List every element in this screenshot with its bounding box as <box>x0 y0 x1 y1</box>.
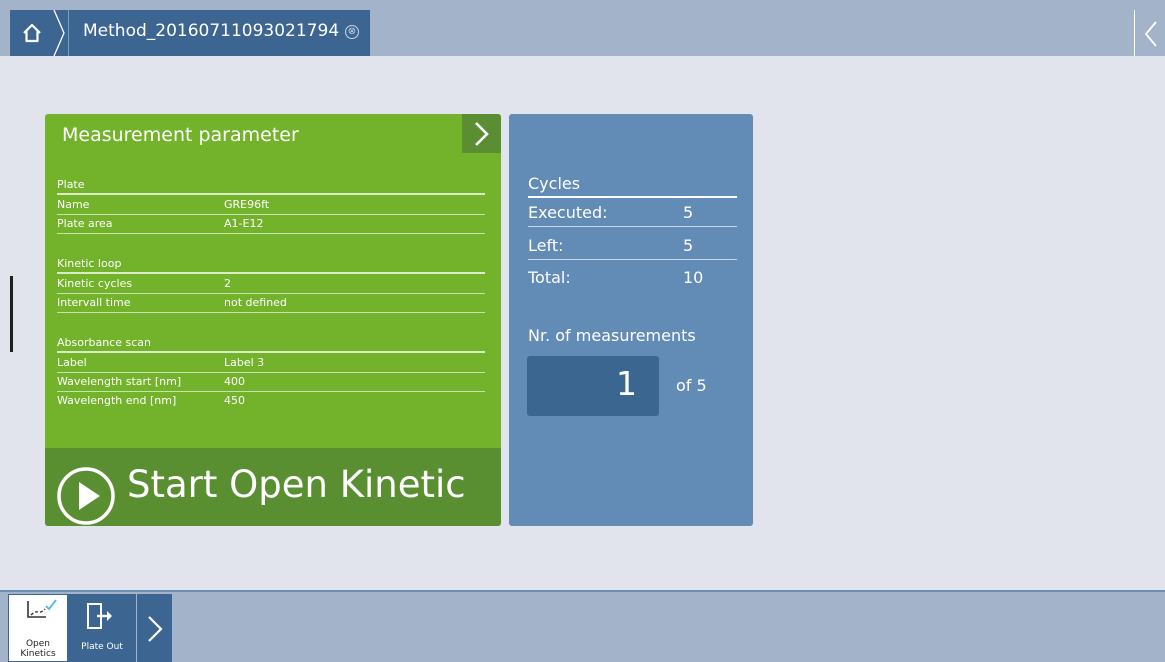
parameter-details-button[interactable] <box>462 114 501 153</box>
open-kinetics-label: Open Kinetics <box>20 639 56 659</box>
param-value: 2 <box>224 277 231 290</box>
breadcrumb-separator-icon <box>53 10 65 56</box>
start-open-kinetic-button[interactable]: Start Open Kinetic <box>45 448 501 526</box>
open-kinetics-button[interactable]: Open Kinetics <box>8 594 68 662</box>
measurements-count-field[interactable]: 1 <box>527 356 659 416</box>
param-row-wavelength-end: Wavelength end [nm] 450 <box>57 392 485 411</box>
cycles-value: 5 <box>683 236 694 255</box>
measurements-total: of 5 <box>676 376 707 395</box>
kinetics-chart-icon <box>27 599 57 618</box>
plate-out-icon <box>87 603 112 629</box>
param-row-name: Name GRE96ft <box>57 196 485 215</box>
home-icon <box>23 23 41 43</box>
param-label: Label <box>57 356 87 369</box>
param-row-intervall-time: Intervall time not defined <box>57 294 485 313</box>
home-button[interactable] <box>10 10 68 56</box>
param-label: Wavelength end [nm] <box>57 394 177 407</box>
start-button-label: Start Open Kinetic <box>127 463 466 506</box>
plate-out-label: Plate Out <box>81 642 123 652</box>
cycles-label: Left: <box>528 236 564 255</box>
bottom-toolbar: Open Kinetics Plate Out <box>0 590 1165 662</box>
cycles-row-total: Total: 10 <box>528 267 737 292</box>
section-absorbance-scan-header: Absorbance scan <box>57 336 485 353</box>
param-value: 400 <box>224 375 245 388</box>
tab-title: Method_20160711093021794 <box>83 21 340 41</box>
param-row-kinetic-cycles: Kinetic cycles 2 <box>57 275 485 294</box>
param-label: Plate area <box>57 217 113 230</box>
param-label: Wavelength start [nm] <box>57 375 182 388</box>
measurements-label: Nr. of measurements <box>528 326 696 345</box>
cycles-value: 5 <box>683 203 694 222</box>
param-row-label: Label Label 3 <box>57 354 485 373</box>
param-row-plate-area: Plate area A1-E12 <box>57 215 485 234</box>
cycles-label: Total: <box>528 268 571 287</box>
cycles-row-executed: Executed: 5 <box>528 202 737 227</box>
chevron-left-icon <box>1144 21 1157 47</box>
chevron-right-icon <box>148 616 163 642</box>
measurements-count-value: 1 <box>616 364 637 403</box>
play-circle-icon <box>57 467 115 525</box>
section-plate-header: Plate <box>57 178 485 195</box>
param-label: Name <box>57 198 90 211</box>
cycles-title: Cycles <box>528 174 737 198</box>
cycles-card: Cycles Executed: 5 Left: 5 Total: 10 Nr.… <box>509 114 753 526</box>
cycles-row-left: Left: 5 <box>528 235 737 260</box>
card-title: Measurement parameter <box>62 124 299 146</box>
toolbar-more-button[interactable] <box>137 594 172 662</box>
tab-close-icon[interactable]: ⊗ <box>345 25 359 39</box>
param-value: not defined <box>224 296 287 309</box>
tab-method[interactable]: Method_20160711093021794 ⊗ <box>68 10 370 56</box>
plate-out-button[interactable]: Plate Out <box>68 594 136 662</box>
side-panel-toggle[interactable] <box>1134 10 1165 56</box>
measurement-parameter-card: Measurement parameter Plate Name GRE96ft… <box>45 114 501 526</box>
cycles-label: Executed: <box>528 203 608 222</box>
param-value: Label 3 <box>224 356 265 369</box>
top-bar: Method_20160711093021794 ⊗ <box>0 0 1165 56</box>
param-value: GRE96ft <box>224 198 270 211</box>
param-label: Kinetic cycles <box>57 277 133 290</box>
drawer-handle[interactable] <box>10 276 13 352</box>
chevron-right-icon <box>475 122 489 146</box>
param-value: 450 <box>224 394 245 407</box>
section-kinetic-loop-header: Kinetic loop <box>57 257 485 274</box>
param-value: A1-E12 <box>224 217 264 230</box>
param-row-wavelength-start: Wavelength start [nm] 400 <box>57 373 485 392</box>
param-label: Intervall time <box>57 296 131 309</box>
cycles-value: 10 <box>683 268 704 287</box>
